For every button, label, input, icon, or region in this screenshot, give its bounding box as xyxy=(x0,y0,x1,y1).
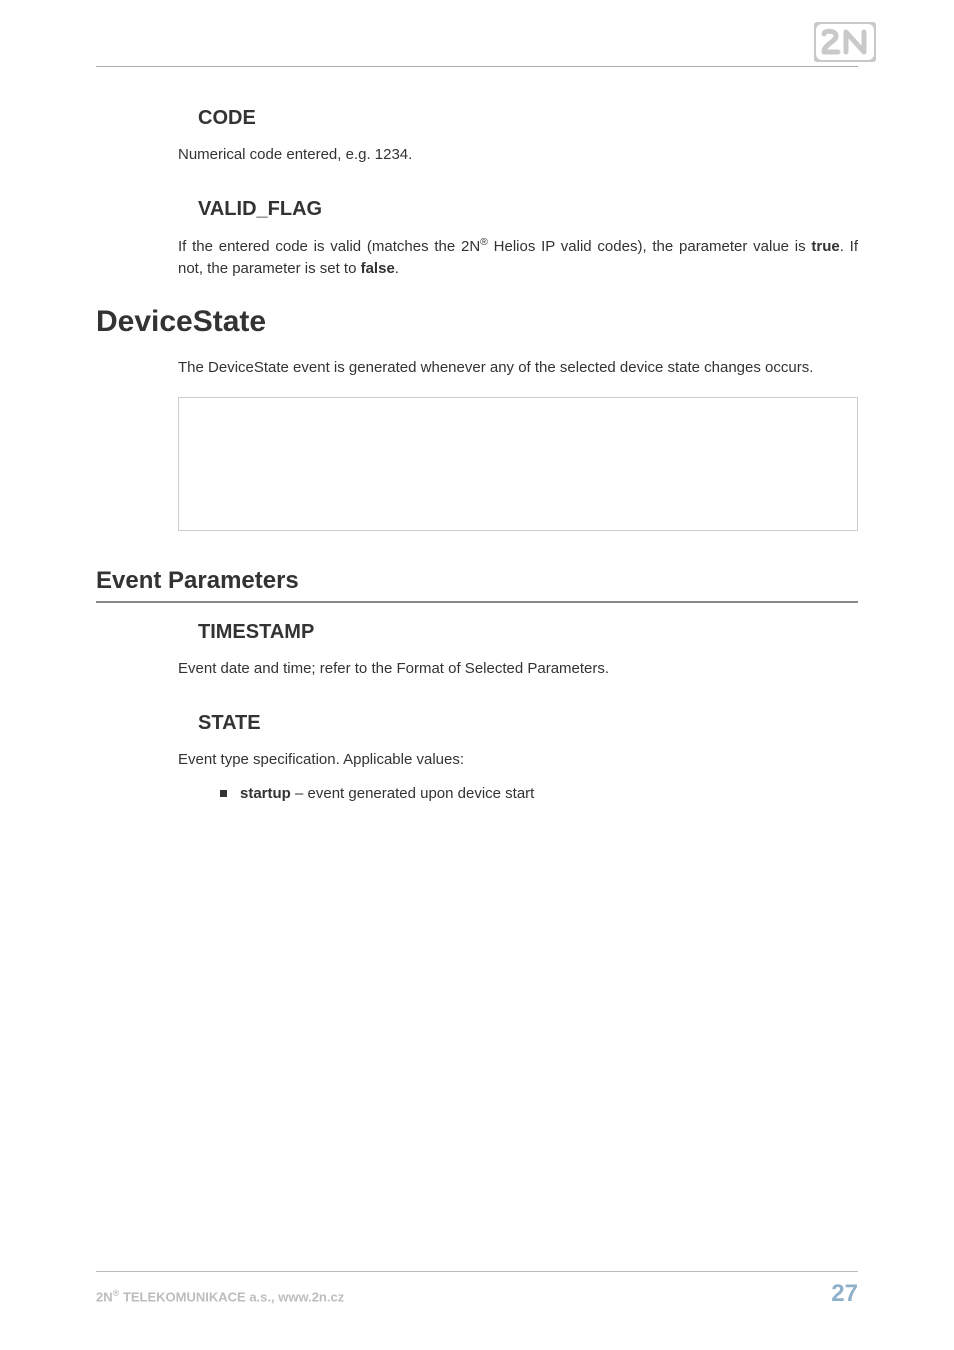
footer-company: 2N® TELEKOMUNIKACE a.s., www.2n.cz xyxy=(96,1288,344,1304)
bold-true: true xyxy=(811,238,839,255)
paragraph-device-state: The DeviceState event is generated whene… xyxy=(178,357,858,379)
heading-valid-flag: VALID_FLAG xyxy=(178,198,858,221)
list-item-rest: – event generated upon device start xyxy=(291,785,535,802)
heading-code: CODE xyxy=(178,107,858,130)
heading-timestamp: TIMESTAMP xyxy=(178,621,858,644)
list-item-bold: startup xyxy=(240,785,291,802)
header-rule xyxy=(96,66,858,67)
page-container: CODE Numerical code entered, e.g. 1234. … xyxy=(0,0,954,1350)
text-span: If the entered code is valid (matches th… xyxy=(178,238,480,255)
paragraph-state: Event type specification. Applicable val… xyxy=(178,749,858,771)
paragraph-code: Numerical code entered, e.g. 1234. xyxy=(178,144,858,166)
code-box-placeholder xyxy=(178,397,858,531)
state-values-list: startup – event generated upon device st… xyxy=(178,783,858,806)
heading-state: STATE xyxy=(178,712,858,735)
footer-row: 2N® TELEKOMUNIKACE a.s., www.2n.cz 27 xyxy=(96,1280,858,1308)
content-area: CODE Numerical code entered, e.g. 1234. … xyxy=(96,107,858,805)
paragraph-valid-flag: If the entered code is valid (matches th… xyxy=(178,235,858,280)
paragraph-timestamp: Event date and time; refer to the Format… xyxy=(178,658,858,680)
brand-logo xyxy=(814,22,876,62)
2n-logo-icon xyxy=(814,22,876,62)
page-number: 27 xyxy=(831,1280,858,1308)
heading-event-parameters: Event Parameters xyxy=(96,567,858,603)
text-span: . xyxy=(395,260,399,277)
list-item: startup – event generated upon device st… xyxy=(220,783,858,806)
footer-rule xyxy=(96,1271,858,1272)
page-footer: 2N® TELEKOMUNIKACE a.s., www.2n.cz 27 xyxy=(96,1271,858,1308)
text-span: Helios IP valid codes), the parameter va… xyxy=(488,238,811,255)
footer-brand: 2N xyxy=(96,1289,113,1304)
footer-rest: TELEKOMUNIKACE a.s., www.2n.cz xyxy=(119,1289,344,1304)
registered-mark: ® xyxy=(480,236,488,248)
heading-device-state: DeviceState xyxy=(96,305,858,339)
bold-false: false xyxy=(361,260,395,277)
